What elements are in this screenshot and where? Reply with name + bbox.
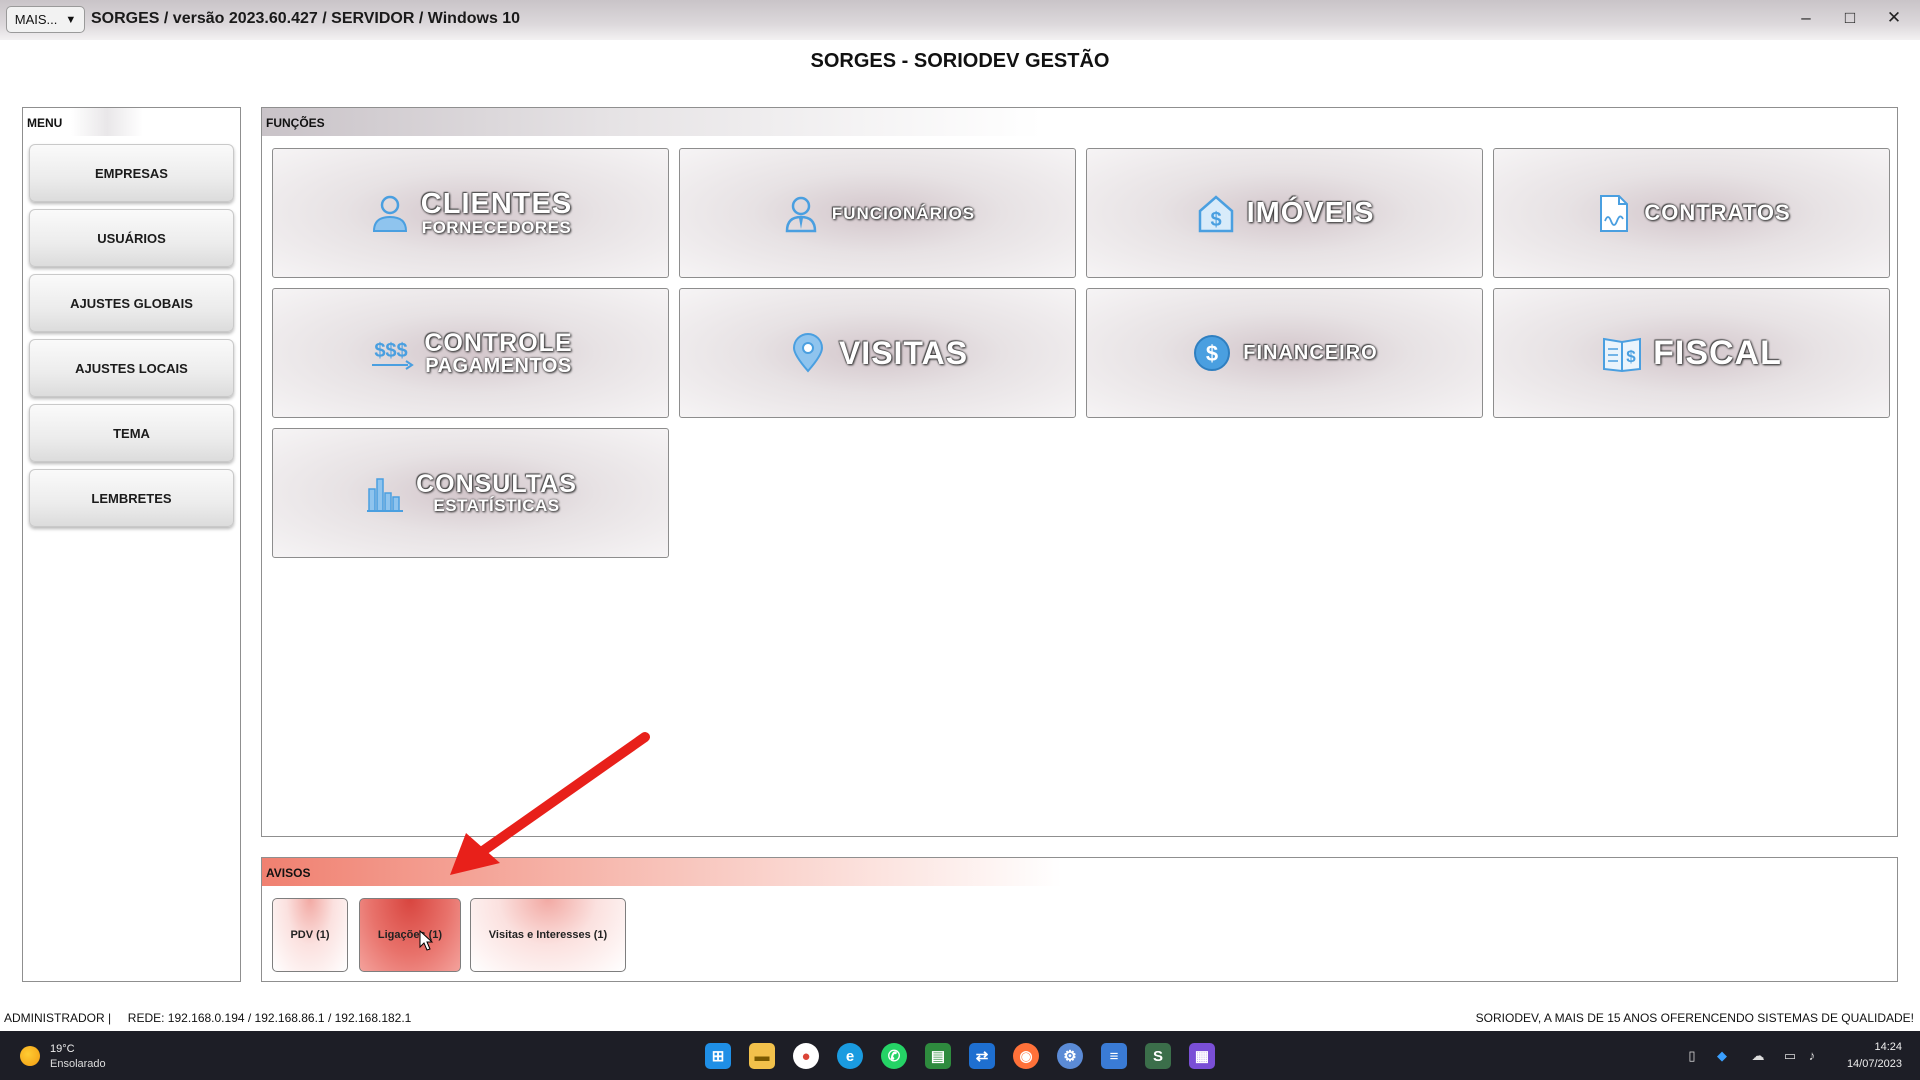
mais-label: MAIS... (14, 12, 58, 27)
tile-title: CLIENTES (420, 188, 573, 220)
menu-button-empresas[interactable]: EMPRESAS (29, 144, 234, 202)
network-icon[interactable]: ▭ (1782, 1048, 1798, 1064)
minimize-button[interactable]: – (1793, 8, 1819, 28)
menu-button-tema[interactable]: TEMA (29, 404, 234, 462)
settings-gear-icon[interactable]: ⚙ (1057, 1043, 1083, 1069)
menu-button-lembretes[interactable]: LEMBRETES (29, 469, 234, 527)
file-explorer-icon[interactable]: ▬ (749, 1043, 775, 1069)
aviso-ligacoes-button[interactable]: Ligações (1) (359, 898, 461, 972)
document-signature-icon (1592, 192, 1634, 234)
functions-header: FUNÇÕES (262, 108, 1042, 136)
location-pin-icon (787, 332, 829, 374)
tile-title: CONTROLE (424, 328, 573, 357)
tile-consultas-estatisticas[interactable]: CONSULTAS ESTATÍSTICAS (272, 428, 669, 558)
svg-text:$$$: $$$ (375, 340, 408, 362)
tile-controle-pagamentos[interactable]: $$$ CONTROLE PAGAMENTOS (272, 288, 669, 418)
firefox-icon[interactable]: ◉ (1013, 1043, 1039, 1069)
bar-chart-icon (364, 472, 406, 514)
clock-time[interactable]: 14:24 (1874, 1041, 1902, 1053)
tile-title: FINANCEIRO (1243, 342, 1378, 364)
menu-button-ajustes-locais[interactable]: AJUSTES LOCAIS (29, 339, 234, 397)
maximize-button[interactable]: □ (1837, 8, 1863, 28)
annotation-arrow-icon (450, 732, 650, 875)
aviso-pdv-button[interactable]: PDV (1) (272, 898, 348, 972)
svg-text:$: $ (1206, 341, 1218, 366)
tile-imoveis[interactable]: $ IMÓVEIS (1086, 148, 1483, 278)
tile-title: FISCAL (1653, 334, 1782, 372)
volume-icon[interactable]: ♪ (1804, 1048, 1820, 1064)
title-bar: MAIS... ▼ SORGES / versão 2023.60.427 / … (0, 0, 1920, 40)
dollars-icon: $$$ (368, 332, 415, 374)
page-title: SORGES - SORIODEV GESTÃO (810, 50, 1110, 72)
menu-panel: MENU EMPRESAS USUÁRIOS AJUSTES GLOBAIS A… (22, 107, 241, 982)
tile-financeiro[interactable]: $ FINANCEIRO (1086, 288, 1483, 418)
svg-text:$: $ (1626, 347, 1636, 366)
dollar-coin-icon: $ (1191, 332, 1233, 374)
book-dollar-icon: $ (1601, 332, 1643, 374)
weather-temperature: 19°C (50, 1043, 75, 1055)
tile-contratos[interactable]: CONTRATOS (1493, 148, 1890, 278)
security-shield-icon[interactable]: ◆ (1714, 1048, 1730, 1064)
tile-visitas[interactable]: VISITAS (679, 288, 1076, 418)
tile-funcionarios[interactable]: FUNCIONÁRIOS (679, 148, 1076, 278)
svg-text:$: $ (1210, 209, 1221, 231)
status-network-info: ADMINISTRADOR | REDE: 192.168.0.194 / 19… (4, 1011, 412, 1025)
whatsapp-icon[interactable]: ✆ (881, 1043, 907, 1069)
chrome-icon[interactable]: ● (793, 1043, 819, 1069)
tile-title: CONSULTAS (416, 470, 577, 498)
tile-title: FUNCIONÁRIOS (831, 203, 976, 223)
tile-title: CONTRATOS (1644, 200, 1791, 225)
tile-subtitle: PAGAMENTOS (425, 354, 572, 377)
spreadsheet-icon[interactable]: ▤ (925, 1043, 951, 1069)
tile-fiscal[interactable]: $ FISCAL (1493, 288, 1890, 418)
edge-icon[interactable]: e (837, 1043, 863, 1069)
tile-subtitle: ESTATÍSTICAS (433, 496, 560, 515)
employee-icon (780, 192, 822, 234)
windows-start-icon[interactable]: ⊞ (705, 1043, 731, 1069)
tile-subtitle: FORNECEDORES (421, 218, 572, 237)
sorges-app-icon[interactable]: S (1145, 1043, 1171, 1069)
tile-clientes[interactable]: CLIENTES FORNECEDORES (272, 148, 669, 278)
remote-desktop-icon[interactable]: ⇄ (969, 1043, 995, 1069)
usb-icon[interactable]: ▯ (1684, 1048, 1700, 1064)
status-slogan: SORIODEV, A MAIS DE 15 ANOS OFERENCENDO … (1475, 1011, 1914, 1025)
aviso-visitas-interesses-button[interactable]: Visitas e Interesses (1) (470, 898, 626, 972)
avisos-header: AVISOS (262, 858, 1062, 886)
close-button[interactable]: ✕ (1881, 8, 1907, 28)
media-app-icon[interactable]: ▦ (1189, 1043, 1215, 1069)
tile-title: VISITAS (838, 335, 969, 371)
house-dollar-icon: $ (1195, 192, 1237, 234)
weather-condition: Ensolarado (50, 1058, 106, 1070)
sun-icon[interactable] (20, 1046, 40, 1066)
taskbar: 19°C Ensolarado ⊞ ▬ ● e ✆ ▤ ⇄ ◉ ⚙ ≡ S ▦ … (0, 1031, 1920, 1080)
tile-title: IMÓVEIS (1246, 196, 1375, 229)
person-icon (369, 192, 411, 234)
window-title: SORGES / versão 2023.60.427 / SERVIDOR /… (91, 10, 521, 27)
cloud-icon[interactable]: ☁ (1750, 1048, 1766, 1064)
menu-header: MENU (23, 108, 143, 136)
chevron-down-icon: ▼ (65, 13, 77, 26)
mais-dropdown-button[interactable]: MAIS... ▼ (6, 6, 85, 33)
menu-button-ajustes-globais[interactable]: AJUSTES GLOBAIS (29, 274, 234, 332)
menu-button-usuarios[interactable]: USUÁRIOS (29, 209, 234, 267)
clock-date[interactable]: 14/07/2023 (1847, 1058, 1902, 1070)
notepad-icon[interactable]: ≡ (1101, 1043, 1127, 1069)
mouse-cursor-icon (419, 930, 434, 951)
